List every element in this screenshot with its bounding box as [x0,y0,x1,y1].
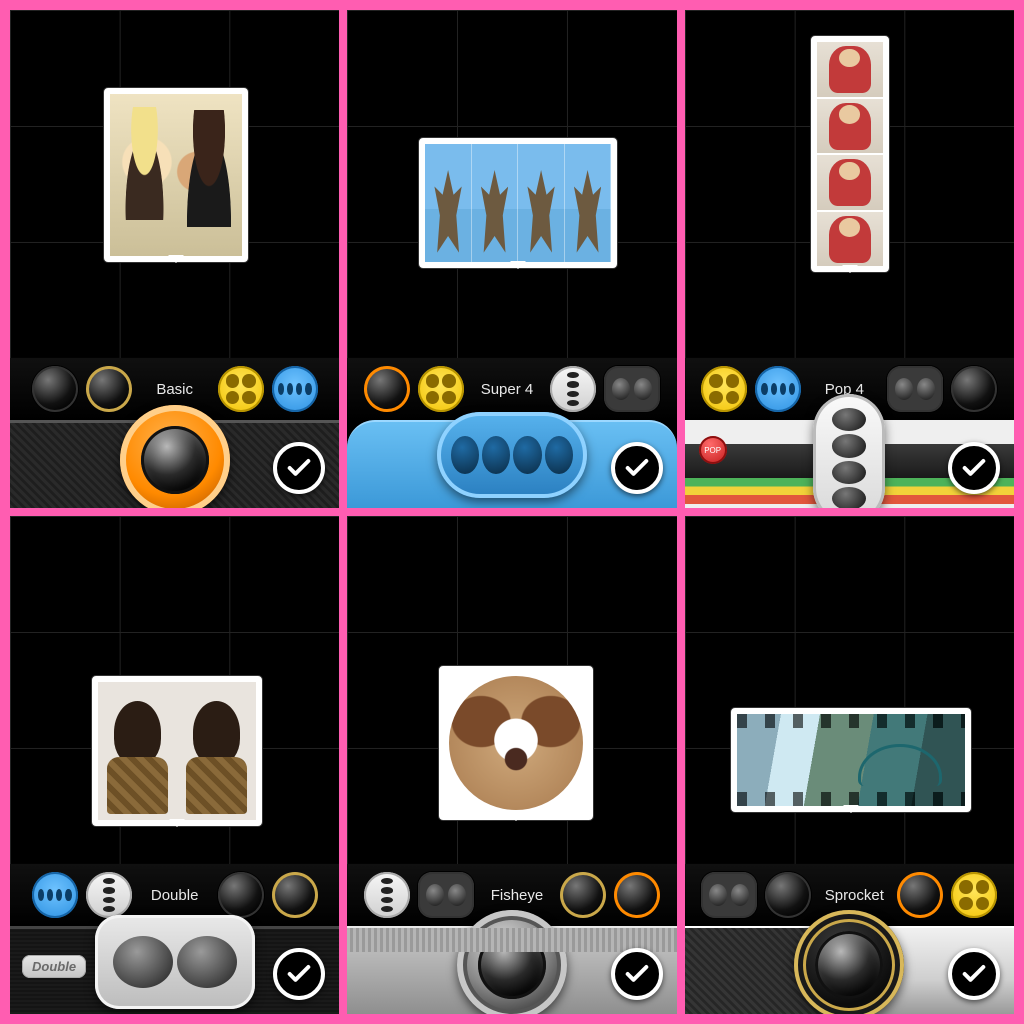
lens-option-double-icon[interactable] [604,366,660,412]
confirm-button[interactable] [611,442,663,494]
shutter-button[interactable]: POP [699,436,727,464]
preview-photo [110,94,242,256]
panel-super4: Super 4 [347,10,676,508]
lens-option-fisheye-icon[interactable] [32,366,78,412]
mode-label: Sprocket [819,887,889,904]
preview-photo [445,672,587,814]
lens-option-sprocket-icon[interactable] [272,872,318,918]
lens-option-pop4-icon[interactable] [550,366,596,412]
main-lens-sprocket[interactable] [794,910,904,1014]
preview-frame [92,676,262,826]
bottom-ui: Super 4 [347,358,676,508]
panel-fisheye: Fisheye [347,516,676,1014]
lens-option-fisheye-icon[interactable] [951,366,997,412]
lens-glass-icon [478,931,546,999]
double-badge: Double [22,955,86,978]
lens-option-pop4-icon[interactable] [364,872,410,918]
lens-option-double-icon[interactable] [701,872,757,918]
mode-label: Basic [140,381,210,398]
panel-double: Double Double [10,516,339,1014]
preview-photo [817,42,883,266]
lens-option-super4-icon[interactable] [951,872,997,918]
confirm-button[interactable] [273,442,325,494]
bottom-ui: Double Double [10,864,339,1014]
confirm-button[interactable] [273,948,325,1000]
lens-option-basic-icon[interactable] [897,872,943,918]
preview-frame [439,666,593,820]
mode-label: Double [140,887,210,904]
main-lens-super4[interactable] [437,412,587,498]
check-icon [960,960,988,988]
panel-pop4: Pop 4 POP [685,10,1014,508]
check-icon [623,960,651,988]
preview-photo [98,682,256,820]
mode-label: Fisheye [482,887,552,904]
lens-selector-row: Super 4 [347,358,676,420]
bottom-ui: Fisheye [347,864,676,1014]
check-icon [623,454,651,482]
lens-option-fisheye-icon[interactable] [765,872,811,918]
bottom-ui: Pop 4 POP [685,358,1014,508]
bottom-ui: Sprocket [685,864,1014,1014]
preview-frame [419,138,617,268]
preview-photo [737,714,965,806]
panel-basic: Basic [10,10,339,508]
lens-option-basic-icon[interactable] [614,872,660,918]
lens-option-double-icon[interactable] [887,366,943,412]
lens-option-sprocket-icon[interactable] [86,366,132,412]
check-icon [285,454,313,482]
preview-frame [104,88,248,262]
main-lens-fisheye[interactable] [457,910,567,1014]
lens-option-double-icon[interactable] [418,872,474,918]
main-lens-double[interactable] [95,915,255,1009]
lens-option-bluecam-icon[interactable] [755,366,801,412]
panel-sprocket: Sprocket [685,516,1014,1014]
lens-glass-icon [815,931,883,999]
confirm-button[interactable] [948,442,1000,494]
lens-option-fisheye-icon[interactable] [218,872,264,918]
main-lens-basic[interactable] [120,405,230,508]
lens-option-super4-icon[interactable] [218,366,264,412]
camera-mode-collage: Basic Super 4 [0,0,1024,1024]
confirm-button[interactable] [948,948,1000,1000]
lens-option-bluecam-icon[interactable] [32,872,78,918]
lens-option-sprocket-icon[interactable] [560,872,606,918]
lens-glass-icon [141,426,209,494]
preview-frame [811,36,889,272]
bottom-ui: Basic [10,358,339,508]
check-icon [285,960,313,988]
lens-option-basic-icon[interactable] [364,366,410,412]
check-icon [960,454,988,482]
confirm-button[interactable] [611,948,663,1000]
main-lens-pop4[interactable] [813,394,885,508]
mode-label: Super 4 [472,381,542,398]
preview-frame [731,708,971,812]
lens-option-super4-icon[interactable] [418,366,464,412]
lens-option-super4-icon[interactable] [701,366,747,412]
lens-option-pop4-icon[interactable] [272,366,318,412]
preview-photo [425,144,611,262]
lens-option-pop4-icon[interactable] [86,872,132,918]
